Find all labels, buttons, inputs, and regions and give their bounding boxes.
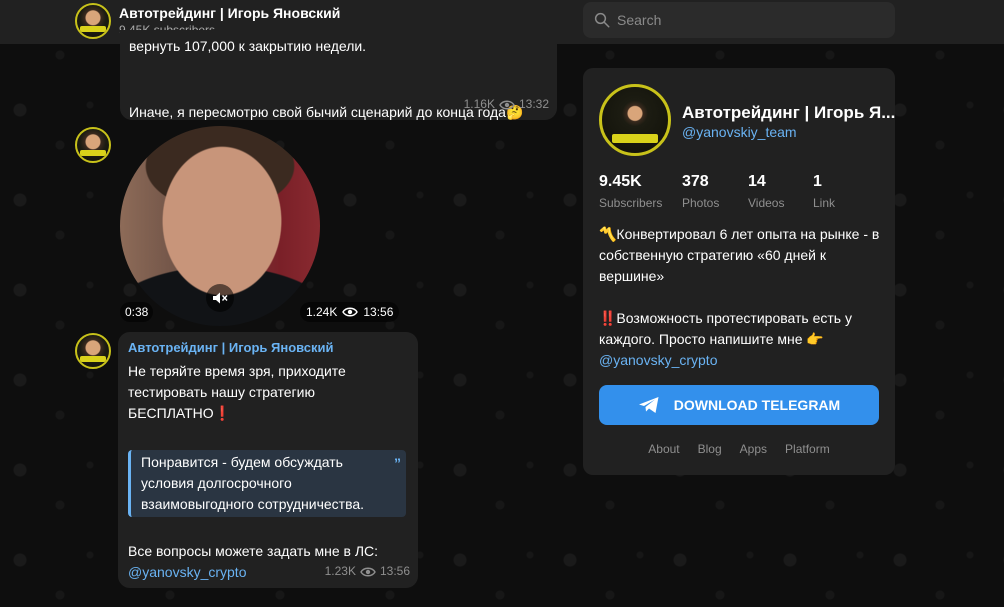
message-time: 13:32 <box>518 97 549 111</box>
view-count: 1.16K <box>463 97 495 111</box>
eye-icon <box>499 100 515 109</box>
footer-links: About Blog Apps Platform <box>583 442 895 456</box>
channel-avatar[interactable] <box>75 3 111 39</box>
channel-card-title: Автотрейдинг | Игорь Я... <box>682 103 896 122</box>
search-icon <box>594 12 610 28</box>
stat-value: 378 <box>682 173 709 190</box>
description-paragraph-1: 〽️Конвертировал 6 лет опыта на рынке - в… <box>599 226 880 284</box>
video-meta: 1.24K 13:56 <box>300 302 400 322</box>
description-link[interactable]: @yanovsky_crypto <box>599 352 717 368</box>
eye-icon <box>342 307 359 317</box>
quote-text: Понравится - будем обсуждать условия дол… <box>141 454 365 512</box>
channel-handle-link[interactable]: @yanovskiy_team <box>682 124 797 140</box>
quote-icon: ” <box>394 455 401 471</box>
footer-text: Все вопросы можете задать мне в ЛС: <box>128 543 379 559</box>
stat-subscribers: 9.45K Subscribers <box>599 173 662 210</box>
message-time: 13:56 <box>363 305 394 319</box>
stat-label: Link <box>813 196 836 210</box>
message-sender[interactable]: Автотрейдинг | Игорь Яновский <box>128 337 334 358</box>
channel-title[interactable]: Автотрейдинг | Игорь Яновский <box>119 5 340 21</box>
stat-value: 1 <box>813 173 822 190</box>
stat-value: 14 <box>748 173 766 190</box>
message-meta: 1.16K 13:32 <box>464 94 549 115</box>
footer-link-blog[interactable]: Blog <box>698 442 722 456</box>
footer-link-apps[interactable]: Apps <box>740 442 767 456</box>
channel-card: Автотрейдинг | Игорь Я... @yanovskiy_tea… <box>583 68 895 475</box>
download-label: DOWNLOAD TELEGRAM <box>673 397 841 413</box>
stat-videos[interactable]: 14 Videos <box>748 173 784 210</box>
message-text-cut: вернуть 107,000 к закрытию недели. <box>129 38 367 54</box>
message-avatar[interactable] <box>75 333 111 369</box>
channel-description: 〽️Конвертировал 6 лет опыта на рынке - в… <box>599 224 881 371</box>
footer-link-platform[interactable]: Platform <box>785 442 830 456</box>
search-box[interactable] <box>583 2 895 38</box>
message-time: 13:56 <box>379 564 410 578</box>
footer-link-about[interactable]: About <box>648 442 679 456</box>
username-link[interactable]: @yanovsky_crypto <box>128 564 246 580</box>
stat-links[interactable]: 1 Link <box>813 173 835 210</box>
search-input[interactable] <box>617 2 887 38</box>
channel-card-avatar[interactable] <box>599 84 671 156</box>
message-quote: ” Понравится - будем обсуждать условия д… <box>128 450 406 517</box>
muted-speaker-icon <box>213 292 228 304</box>
message-bubble: вернуть 107,000 к закрытию недели. Иначе… <box>120 30 557 120</box>
stat-photos[interactable]: 378 Photos <box>682 173 719 210</box>
telegram-plane-icon <box>638 397 659 413</box>
eye-icon <box>360 567 376 576</box>
message-bubble: Автотрейдинг | Игорь Яновский Не теряйте… <box>118 332 418 588</box>
stat-label: Subscribers <box>599 196 663 210</box>
download-telegram-button[interactable]: DOWNLOAD TELEGRAM <box>599 385 879 425</box>
view-count: 1.24K <box>306 305 338 319</box>
message-avatar[interactable] <box>75 127 111 163</box>
description-paragraph-2: ‼️Возможность протестировать есть у кажд… <box>599 310 852 347</box>
unmute-button[interactable] <box>206 284 234 312</box>
message-meta: 1.23K 13:56 <box>325 561 410 582</box>
stat-label: Photos <box>682 196 720 210</box>
stat-label: Videos <box>748 196 785 210</box>
view-count: 1.23K <box>324 564 356 578</box>
video-duration: 0:38 <box>120 302 154 322</box>
message-text: Не теряйте время зря, приходите тестиров… <box>128 363 346 421</box>
stat-value: 9.45K <box>599 173 642 190</box>
